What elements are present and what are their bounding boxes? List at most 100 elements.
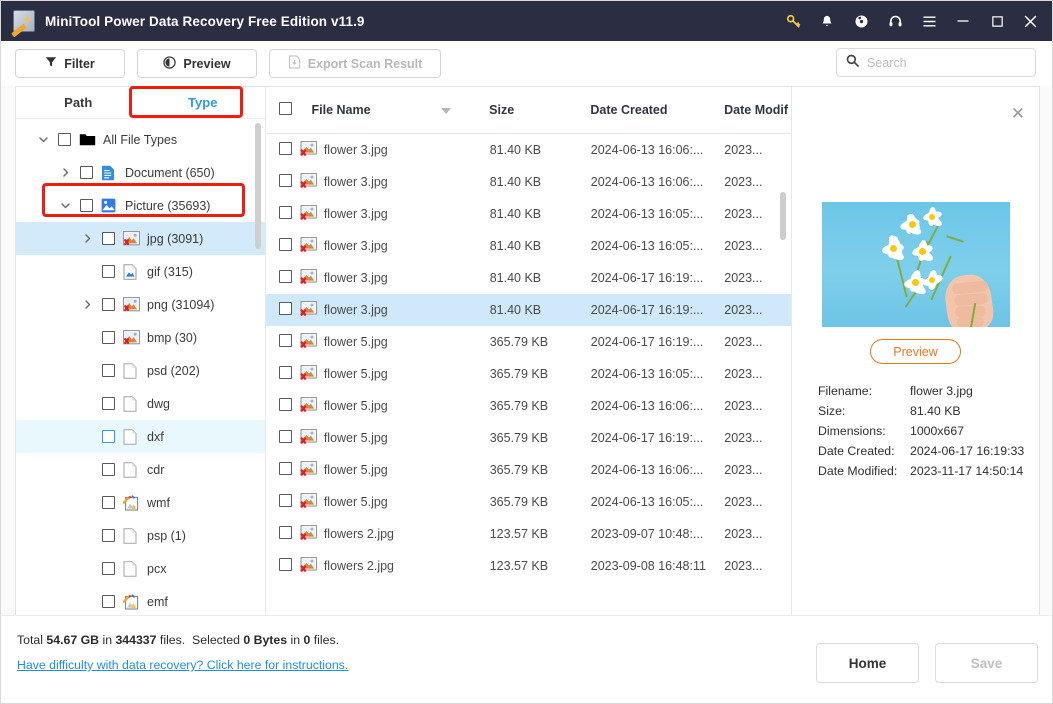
tree-node-dwg[interactable]: dwg bbox=[16, 387, 265, 420]
table-row[interactable]: flower 5.jpg 365.79 KB 2024-06-17 16:19:..… bbox=[266, 326, 791, 358]
table-row[interactable]: flower 5.jpg 365.79 KB 2024-06-13 16:06:..… bbox=[266, 390, 791, 422]
tree-node-checkbox[interactable] bbox=[102, 529, 115, 542]
chevron-down-icon[interactable] bbox=[56, 200, 74, 211]
status-summary: Total 54.67 GB in 344337 files. Selected… bbox=[17, 633, 339, 647]
select-all-checkbox[interactable] bbox=[279, 102, 311, 118]
headset-icon[interactable] bbox=[878, 1, 912, 41]
tree-node-cdr[interactable]: cdr bbox=[16, 453, 265, 486]
tree-node-gif[interactable]: gif (315) bbox=[16, 255, 265, 288]
row-checkbox[interactable] bbox=[279, 430, 300, 446]
table-row[interactable]: flowers 2.jpg 123.57 KB 2023-09-07 10:48:.… bbox=[266, 518, 791, 550]
row-checkbox[interactable] bbox=[279, 558, 300, 574]
tree-node-label: emf bbox=[147, 594, 168, 609]
table-row[interactable]: flower 3.jpg 81.40 KB 2024-06-13 16:06:...… bbox=[266, 166, 791, 198]
tree-node-checkbox[interactable] bbox=[102, 331, 115, 344]
export-scan-result-button[interactable]: Export Scan Result bbox=[269, 49, 441, 78]
close-button[interactable] bbox=[1014, 1, 1052, 41]
tree-node-all[interactable]: All File Types bbox=[16, 123, 265, 156]
tree-node-checkbox[interactable] bbox=[102, 595, 115, 608]
tree-node-checkbox[interactable] bbox=[102, 232, 115, 245]
filter-label: Filter bbox=[64, 56, 95, 71]
tree-node-checkbox[interactable] bbox=[58, 133, 71, 146]
minimize-button[interactable] bbox=[946, 1, 980, 41]
row-checkbox[interactable] bbox=[279, 142, 300, 158]
preview-action-button[interactable]: Preview bbox=[870, 339, 961, 364]
maximize-button[interactable] bbox=[980, 1, 1014, 41]
tree-node-checkbox[interactable] bbox=[102, 397, 115, 410]
row-checkbox[interactable] bbox=[279, 238, 300, 254]
key-icon[interactable] bbox=[776, 1, 810, 41]
file-list-scrollbar[interactable] bbox=[780, 192, 786, 240]
tree-node-psd[interactable]: psd (202) bbox=[16, 354, 265, 387]
tree-node-checkbox[interactable] bbox=[102, 430, 115, 443]
disc-icon[interactable] bbox=[844, 1, 878, 41]
tree-node-emf[interactable]: emf bbox=[16, 585, 265, 615]
tree-node-checkbox[interactable] bbox=[102, 562, 115, 575]
tree-node-checkbox[interactable] bbox=[102, 496, 115, 509]
column-header-date-created[interactable]: Date Created bbox=[590, 103, 724, 117]
tree-node-jpg[interactable]: jpg (3091) bbox=[16, 222, 265, 255]
row-checkbox[interactable] bbox=[279, 206, 300, 222]
table-row[interactable]: flowers 2.jpg 123.57 KB 2023-09-08 16:48:1… bbox=[266, 550, 791, 582]
row-checkbox[interactable] bbox=[279, 270, 300, 286]
tree-node-document[interactable]: Document (650) bbox=[16, 156, 265, 189]
save-button[interactable]: Save bbox=[935, 643, 1038, 683]
table-row[interactable]: flower 3.jpg 81.40 KB 2024-06-13 16:06:...… bbox=[266, 134, 791, 166]
tree-node-label: Document (650) bbox=[125, 165, 215, 180]
table-row[interactable]: flower 3.jpg 81.40 KB 2024-06-17 16:19:...… bbox=[266, 294, 791, 326]
filter-button[interactable]: Filter bbox=[15, 49, 125, 78]
row-checkbox[interactable] bbox=[279, 302, 300, 318]
row-checkbox[interactable] bbox=[279, 174, 300, 190]
tree-node-checkbox[interactable] bbox=[80, 166, 93, 179]
tree-node-pcx[interactable]: pcx bbox=[16, 552, 265, 585]
row-file-size: 365.79 KB bbox=[489, 431, 549, 445]
tree-node-wmf[interactable]: wmf bbox=[16, 486, 265, 519]
tab-type[interactable]: Type bbox=[141, 87, 266, 118]
table-row[interactable]: flower 3.jpg 81.40 KB 2024-06-13 16:05:...… bbox=[266, 198, 791, 230]
chevron-right-icon[interactable] bbox=[56, 167, 74, 178]
tree-node-checkbox[interactable] bbox=[102, 265, 115, 278]
table-row[interactable]: flower 3.jpg 81.40 KB 2024-06-17 16:19:...… bbox=[266, 262, 791, 294]
window-title: MiniTool Power Data Recovery Free Editio… bbox=[45, 13, 365, 29]
table-row[interactable]: flower 5.jpg 365.79 KB 2024-06-13 16:05:..… bbox=[266, 486, 791, 518]
row-checkbox[interactable] bbox=[279, 526, 300, 542]
sort-descending-icon[interactable] bbox=[441, 108, 452, 114]
preview-button[interactable]: Preview bbox=[137, 49, 257, 78]
tree-node-checkbox[interactable] bbox=[102, 463, 115, 476]
tree-node-picture[interactable]: Picture (35693) bbox=[16, 189, 265, 222]
search-box[interactable] bbox=[836, 48, 1036, 77]
tree-scrollbar[interactable] bbox=[255, 123, 261, 249]
tree-node-bmp[interactable]: bmp (30) bbox=[16, 321, 265, 354]
chevron-right-icon[interactable] bbox=[78, 233, 96, 244]
tree-node-checkbox[interactable] bbox=[102, 298, 115, 311]
column-header-date-modified[interactable]: Date Modif bbox=[724, 103, 791, 117]
table-row[interactable]: flower 5.jpg 365.79 KB 2024-06-13 16:05:..… bbox=[266, 358, 791, 390]
table-row[interactable]: flower 5.jpg 365.79 KB 2024-06-17 16:19:..… bbox=[266, 422, 791, 454]
tree-node-dxf[interactable]: dxf bbox=[16, 420, 265, 453]
tree-node-psp[interactable]: psp (1) bbox=[16, 519, 265, 552]
search-input[interactable] bbox=[867, 55, 1017, 70]
tab-path[interactable]: Path bbox=[16, 87, 141, 118]
table-row[interactable]: flower 5.jpg 365.79 KB 2024-06-13 16:06:..… bbox=[266, 454, 791, 486]
row-checkbox[interactable] bbox=[279, 366, 300, 382]
row-checkbox[interactable] bbox=[279, 462, 300, 478]
column-header-file-name[interactable]: File Name bbox=[311, 103, 489, 117]
tree-node-png[interactable]: png (31094) bbox=[16, 288, 265, 321]
help-link[interactable]: Have difficulty with data recovery? Clic… bbox=[17, 658, 348, 672]
home-button[interactable]: Home bbox=[816, 643, 919, 683]
tree-node-checkbox[interactable] bbox=[102, 364, 115, 377]
row-date-modified: 2023... bbox=[724, 271, 763, 285]
chevron-right-icon[interactable] bbox=[78, 299, 96, 310]
menu-icon[interactable] bbox=[912, 1, 946, 41]
preview-meta-value: 2023-11-17 14:50:14 bbox=[910, 464, 1024, 478]
bell-icon[interactable] bbox=[810, 1, 844, 41]
row-checkbox[interactable] bbox=[279, 398, 300, 414]
row-checkbox[interactable] bbox=[279, 494, 300, 510]
column-header-size[interactable]: Size bbox=[489, 103, 590, 117]
chevron-down-icon[interactable] bbox=[34, 134, 52, 145]
tree-node-checkbox[interactable] bbox=[80, 199, 93, 212]
table-row[interactable]: flower 3.jpg 81.40 KB 2024-06-13 16:05:...… bbox=[266, 230, 791, 262]
row-checkbox[interactable] bbox=[279, 334, 300, 350]
row-image-icon bbox=[300, 301, 324, 319]
close-icon[interactable]: ✕ bbox=[1011, 105, 1025, 122]
